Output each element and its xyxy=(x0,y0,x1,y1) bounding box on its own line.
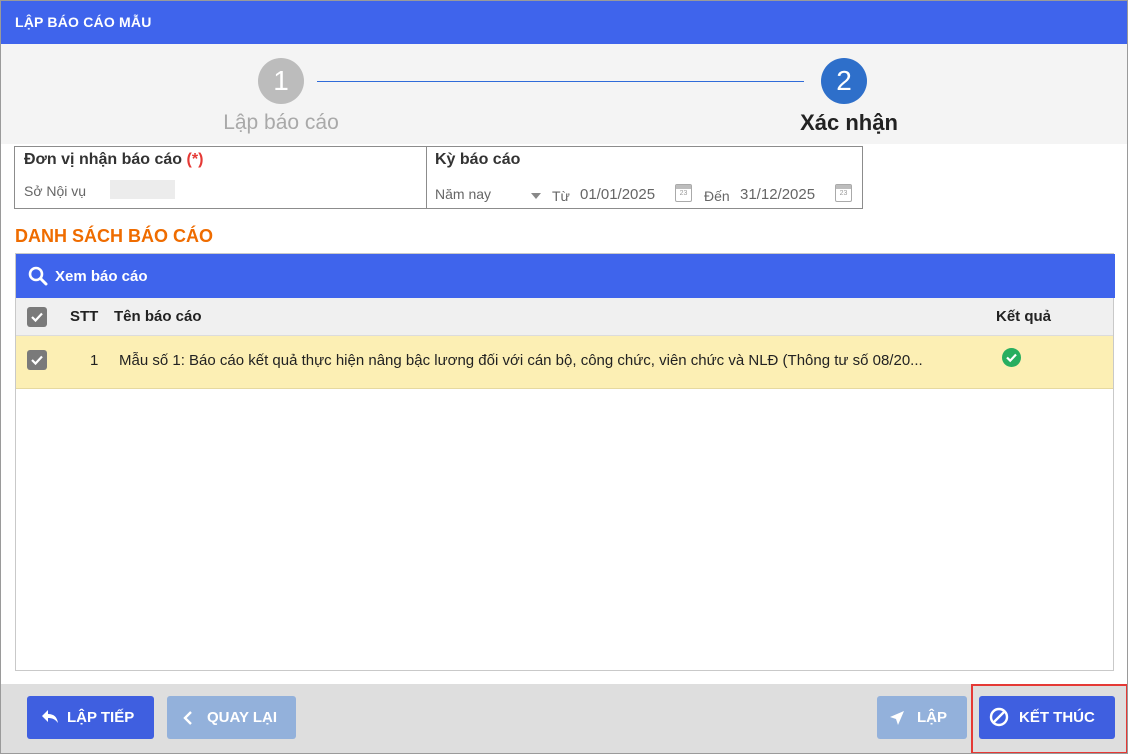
from-date-input[interactable]: 01/01/2025 xyxy=(580,186,655,203)
grid-header: STT Tên báo cáo Kết quả xyxy=(16,298,1113,336)
period-label: Kỳ báo cáo xyxy=(435,151,521,168)
send-icon xyxy=(890,711,904,725)
dialog-footer: LẬP TIẾP QUAY LẠI LẬP KẾT THÚC xyxy=(1,684,1127,753)
report-grid: Xem báo cáo STT Tên báo cáo Kết quả 1 Mẫ… xyxy=(15,253,1115,671)
grid-toolbar: Xem báo cáo xyxy=(16,254,1115,298)
row-report-name: Mẫu số 1: Báo cáo kết quả thực hiện nâng… xyxy=(119,352,923,369)
step-1-label: Lập báo cáo xyxy=(223,111,339,134)
chevron-down-icon[interactable] xyxy=(531,193,541,199)
stepper-connector xyxy=(317,81,804,82)
to-label: Đến xyxy=(704,188,730,204)
back-button-label: QUAY LẠI xyxy=(207,709,278,726)
to-date-input[interactable]: 31/12/2025 xyxy=(740,186,815,203)
row-checkbox[interactable] xyxy=(27,350,47,370)
row-stt: 1 xyxy=(90,352,99,369)
column-result: Kết quả xyxy=(996,308,1052,325)
step-2-label: Xác nhận xyxy=(800,110,898,135)
from-label: Từ xyxy=(552,188,570,204)
unit-value: Sở Nội vụ xyxy=(24,183,87,199)
check-circle-icon xyxy=(1002,348,1021,367)
step-1-circle: 1 xyxy=(258,58,304,104)
dialog-title: LẬP BÁO CÁO MẪU xyxy=(1,1,1127,44)
make-report-button-label: LẬP xyxy=(917,709,947,726)
calendar-icon-number: 23 xyxy=(839,190,848,197)
required-mark: (*) xyxy=(186,151,204,168)
calendar-icon[interactable]: 23 xyxy=(835,184,852,202)
step-2-circle: 2 xyxy=(821,58,867,104)
continue-button[interactable]: LẬP TIẾP xyxy=(27,696,154,739)
back-button[interactable]: QUAY LẠI xyxy=(167,696,296,739)
calendar-icon[interactable]: 23 xyxy=(675,184,692,202)
table-row[interactable]: 1 Mẫu số 1: Báo cáo kết quả thực hiện nâ… xyxy=(16,336,1113,389)
stepper: 1 Lập báo cáo 2 Xác nhận xyxy=(1,44,1127,144)
calendar-icon-number: 23 xyxy=(679,190,688,197)
dialog-content: Đơn vị nhận báo cáo (*) Sở Nội vụ Kỳ báo… xyxy=(1,144,1127,684)
continue-button-label: LẬP TIẾP xyxy=(67,709,135,726)
check-icon xyxy=(31,355,43,366)
period-select[interactable]: Năm nay xyxy=(435,186,491,202)
search-icon[interactable] xyxy=(28,266,48,286)
finish-button-highlight xyxy=(971,684,1127,753)
unit-label: Đơn vị nhận báo cáo (*) xyxy=(24,151,203,169)
redacted-unit-name xyxy=(110,180,175,199)
dialog-window: LẬP BÁO CÁO MẪU 1 Lập báo cáo 2 Xác nhận… xyxy=(0,0,1128,754)
report-info-panel: Đơn vị nhận báo cáo (*) Sở Nội vụ Kỳ báo… xyxy=(14,146,863,209)
chevron-left-icon xyxy=(183,711,192,725)
info-divider xyxy=(426,147,427,209)
column-stt: STT xyxy=(70,308,99,325)
column-report-name: Tên báo cáo xyxy=(114,308,202,325)
unit-label-text: Đơn vị nhận báo cáo xyxy=(24,151,183,168)
report-list-title: DANH SÁCH BÁO CÁO xyxy=(15,226,213,246)
view-report-button[interactable]: Xem báo cáo xyxy=(55,268,148,285)
make-report-button[interactable]: LẬP xyxy=(877,696,967,739)
check-icon xyxy=(31,312,43,323)
reply-icon xyxy=(42,710,58,723)
select-all-checkbox[interactable] xyxy=(27,307,47,327)
